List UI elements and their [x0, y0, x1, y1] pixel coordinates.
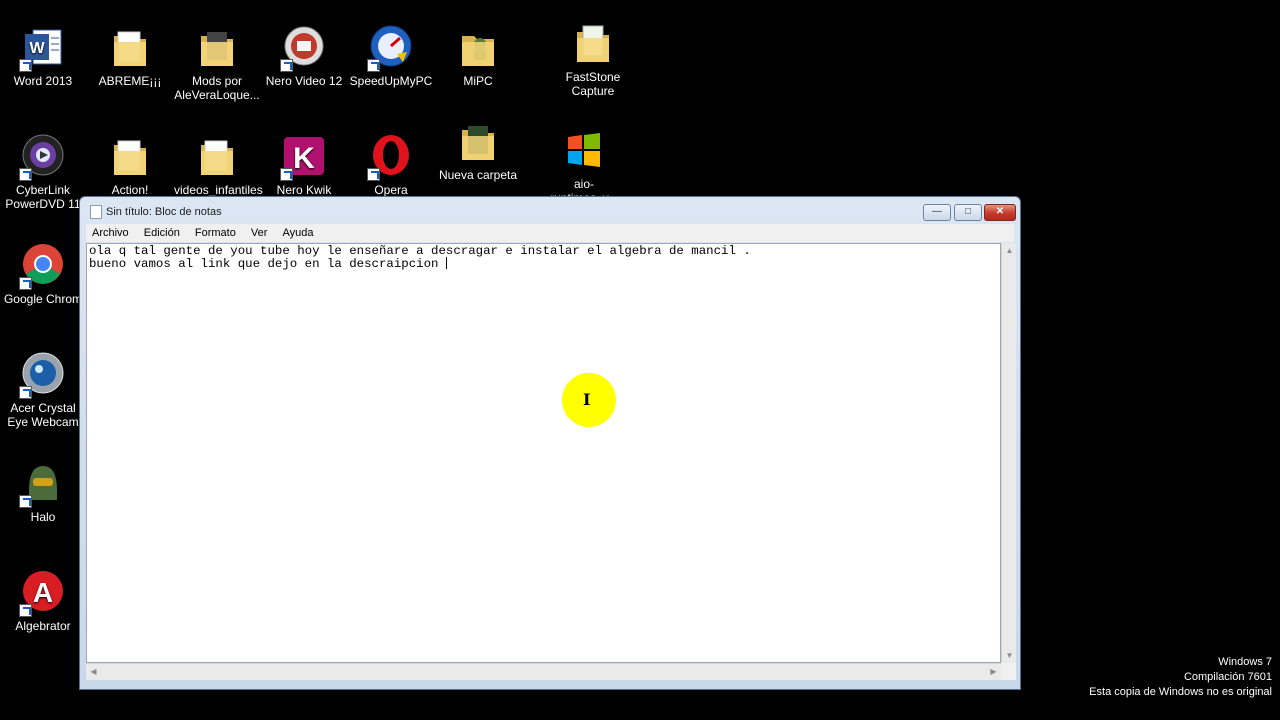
folder-icon [569, 20, 617, 68]
icon-label: Nero Kwik [276, 183, 332, 197]
icon-label: Acer Crystal Eye Webcam [7, 401, 79, 429]
editor-line-2: bueno vamos al link que dejo en la descr… [89, 257, 446, 271]
icon-label: Opera [374, 183, 408, 197]
speedometer-icon [367, 24, 415, 72]
nero-video-icon [280, 24, 328, 72]
menu-formato[interactable]: Formato [189, 224, 242, 242]
svg-text:K: K [293, 142, 315, 175]
desktop-icon-word[interactable]: W Word 2013 [0, 24, 86, 88]
menu-ver[interactable]: Ver [245, 224, 274, 242]
watermark-line-2: Compilación 7601 [1183, 671, 1272, 683]
vertical-scrollbar[interactable]: ▲ ▼ [1001, 243, 1016, 663]
shortcut-arrow-icon [19, 168, 32, 181]
desktop-icon-aio-runtimes[interactable]: aio-runtimes_v... [541, 127, 627, 205]
nero-kwik-icon: K [280, 133, 328, 181]
menu-archivo[interactable]: Archivo [86, 224, 135, 242]
desktop-icon-google-chrome[interactable]: Google Chrom [0, 242, 86, 306]
menu-bar: Archivo Edición Formato Ver Ayuda [86, 224, 1014, 242]
close-button[interactable]: ✕ [984, 204, 1016, 221]
windows-watermark: Windows 7 Compilación 7601 Esta copia de… [1089, 655, 1272, 700]
icon-label: Action! [111, 183, 149, 197]
scroll-down-icon[interactable]: ▼ [1002, 648, 1017, 663]
shortcut-arrow-icon [19, 495, 32, 508]
icon-label: Word 2013 [13, 74, 73, 88]
editor-content: ola q tal gente de you tube hoy le enseñ… [89, 245, 751, 270]
halo-icon [19, 460, 67, 508]
desktop-icon-mods[interactable]: Mods por AleVeraLoque... [174, 24, 260, 102]
desktop-icon-powerdvd[interactable]: CyberLink PowerDVD 11 [0, 133, 86, 211]
ibeam-cursor-icon: I [583, 390, 591, 409]
menu-edicion[interactable]: Edición [138, 224, 186, 242]
scroll-left-icon[interactable]: ◀ [86, 664, 101, 679]
folder-icon [193, 133, 241, 181]
menu-ayuda[interactable]: Ayuda [277, 224, 320, 242]
shortcut-arrow-icon [19, 59, 32, 72]
desktop-icon-abreme[interactable]: ABREME¡¡¡ [87, 24, 173, 88]
shortcut-arrow-icon [280, 59, 293, 72]
icon-label: SpeedUpMyPC [349, 74, 433, 88]
icon-label: Nueva carpeta [438, 168, 518, 182]
opera-icon [367, 133, 415, 181]
chrome-icon [19, 242, 67, 290]
watermark-line-1: Windows 7 [1218, 656, 1272, 668]
icon-label: FastStone Capture [565, 70, 621, 98]
watermark-line-3: Esta copia de Windows no es original [1089, 686, 1272, 698]
window-title: Sin título: Bloc de notas [106, 206, 222, 218]
shortcut-arrow-icon [19, 604, 32, 617]
scroll-up-icon[interactable]: ▲ [1002, 243, 1017, 258]
folder-icon [193, 24, 241, 72]
folder-icon [106, 133, 154, 181]
editor-line-1: ola q tal gente de you tube hoy le enseñ… [89, 244, 751, 258]
folder-icon [454, 118, 502, 166]
desktop-icon-halo[interactable]: Halo [0, 460, 86, 524]
shortcut-arrow-icon [280, 168, 293, 181]
shortcut-arrow-icon [19, 277, 32, 290]
word-icon: W [19, 24, 67, 72]
svg-text:A: A [33, 577, 53, 608]
desktop-icon-mipc[interactable]: MiPC [435, 24, 521, 88]
desktop-icon-videos-infantiles[interactable]: videos_infantiles [174, 133, 263, 197]
notepad-icon [90, 205, 102, 219]
shortcut-arrow-icon [19, 386, 32, 399]
minimize-button[interactable]: — [923, 204, 951, 221]
folder-icon [454, 24, 502, 72]
title-bar[interactable]: Sin título: Bloc de notas — □ ✕ [80, 197, 1020, 223]
maximize-button[interactable]: □ [954, 204, 982, 221]
desktop-icon-faststone[interactable]: FastStone Capture [550, 20, 636, 98]
desktop-icon-speedupmypc[interactable]: SpeedUpMyPC [348, 24, 434, 88]
desktop-icon-acer-crystal-eye[interactable]: Acer Crystal Eye Webcam [0, 351, 86, 429]
desktop-icon-algebrator[interactable]: A Algebrator [0, 569, 86, 633]
desktop-icon-nero-video[interactable]: Nero Video 12 [261, 24, 347, 88]
folder-icon [106, 24, 154, 72]
algebrator-icon: A [19, 569, 67, 617]
scroll-right-icon[interactable]: ▶ [986, 664, 1001, 679]
windows-logo-icon [560, 127, 608, 175]
desktop-icon-action[interactable]: Action! [87, 133, 173, 197]
desktop-icon-nueva-carpeta[interactable]: Nueva carpeta [435, 118, 521, 182]
icon-label: Google Chrom [3, 292, 83, 306]
icon-label: videos_infantiles [174, 183, 263, 197]
icon-label: CyberLink PowerDVD 11 [5, 183, 81, 211]
text-editor[interactable]: ola q tal gente de you tube hoy le enseñ… [86, 243, 1001, 663]
text-caret [445, 257, 447, 269]
shortcut-arrow-icon [367, 168, 380, 181]
svg-text:W: W [29, 40, 45, 57]
icon-label: Algebrator [15, 619, 71, 633]
notepad-window[interactable]: Sin título: Bloc de notas — □ ✕ Archivo … [79, 196, 1021, 690]
webcam-icon [19, 351, 67, 399]
size-grip[interactable] [1001, 663, 1016, 680]
desktop-icon-nero-kwik[interactable]: K Nero Kwik [261, 133, 347, 197]
horizontal-scrollbar[interactable]: ◀ ▶ [86, 663, 1001, 680]
shortcut-arrow-icon [367, 59, 380, 72]
powerdvd-icon [19, 133, 67, 181]
icon-label: MiPC [463, 74, 493, 88]
desktop-icon-opera[interactable]: Opera [348, 133, 434, 197]
icon-label: Mods por AleVeraLoque... [174, 74, 260, 102]
icon-label: Nero Video 12 [265, 74, 343, 88]
icon-label: Halo [30, 510, 56, 524]
icon-label: ABREME¡¡¡ [98, 74, 162, 88]
